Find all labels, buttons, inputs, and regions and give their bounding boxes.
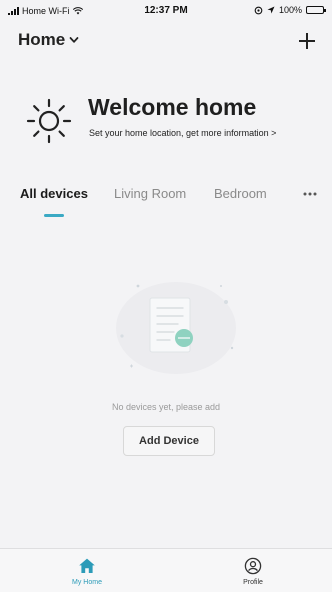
active-tab-indicator [44,214,64,217]
nav-my-home[interactable]: My Home [57,557,117,591]
home-icon [79,558,95,573]
add-device-button[interactable]: Add Device [123,426,215,456]
more-tabs-button[interactable] [300,186,320,200]
add-home-button[interactable] [296,30,318,52]
battery-icon [306,6,326,14]
sun-icon [26,98,72,144]
welcome-subtitle: Set your home location, get more informa… [89,128,269,138]
chevron-down-icon [69,37,79,43]
alarm-icon [254,6,263,14]
empty-devices-illustration [116,282,236,374]
nav-profile[interactable]: Profile [223,557,283,591]
plus-icon [299,33,315,49]
tab-bedroom[interactable]: Bedroom [214,186,267,201]
home-selector[interactable]: Home [18,30,79,50]
location-arrow-icon [267,6,275,14]
tab-living-room[interactable]: Living Room [114,186,186,201]
profile-icon [244,557,262,575]
nav-my-home-label: My Home [72,579,102,586]
status-bar: Home Wi-Fi 12:37 PM 100% [0,0,332,22]
bottom-nav: My Home Profile [0,548,332,592]
tab-all-devices[interactable]: All devices [20,186,88,201]
nav-profile-label: Profile [243,579,263,586]
status-right: 100% [254,5,326,15]
battery-percent: 100% [278,5,302,15]
more-dots-icon [303,192,317,196]
set-home-location-link[interactable]: Set your home location, get more informa… [89,128,276,138]
chevron-right-icon: > [271,128,277,138]
welcome-title: Welcome home [88,94,257,120]
empty-state-message: No devices yet, please add [111,402,221,412]
home-selector-label: Home [18,30,66,49]
